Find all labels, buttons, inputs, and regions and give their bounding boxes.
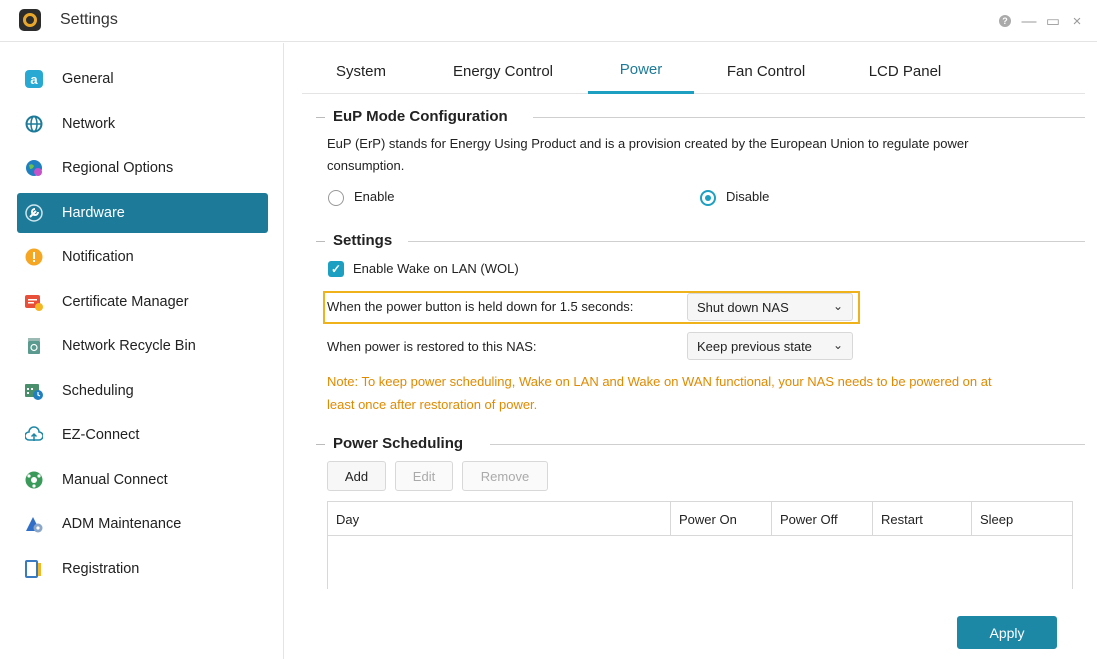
apply-button[interactable]: Apply (957, 616, 1057, 649)
table-header: Day Power On Power Off Restart Sleep (328, 502, 1072, 536)
sidebar-item-ez-connect[interactable]: EZ-Connect (17, 415, 268, 455)
sidebar-item-label: Network Recycle Bin (62, 338, 196, 354)
general-icon: a (25, 70, 43, 88)
eup-section-header: EuP Mode Configuration (316, 108, 1085, 128)
close-icon[interactable]: × (1065, 10, 1089, 32)
title-bar: Settings ? — ▭ × (0, 0, 1097, 42)
tab-energy-control[interactable]: Energy Control (432, 48, 574, 94)
power-button-select-value: Shut down NAS (697, 299, 789, 315)
eup-disable-radio[interactable] (700, 190, 716, 206)
sidebar-item-label: Network (62, 116, 116, 132)
sidebar-item-scheduling[interactable]: Scheduling (17, 371, 268, 411)
eup-enable-radio[interactable] (328, 190, 344, 206)
eup-description-line1: EuP (ErP) stands for Energy Using Produc… (327, 136, 969, 151)
maintenance-icon (25, 515, 43, 533)
maximize-icon[interactable]: ▭ (1041, 10, 1065, 32)
column-header-day[interactable]: Day (328, 502, 670, 536)
power-button-label: When the power button is held down for 1… (327, 299, 634, 314)
sidebar-item-label: Manual Connect (62, 472, 168, 488)
column-header-restart[interactable]: Restart (872, 502, 971, 536)
sidebar-item-network-recycle-bin[interactable]: Network Recycle Bin (17, 326, 268, 366)
registration-icon (25, 560, 43, 578)
sidebar-item-label: Notification (62, 249, 134, 265)
sidebar-item-hardware[interactable]: Hardware (17, 193, 268, 233)
remove-button[interactable]: Remove (462, 461, 548, 491)
sidebar-item-manual-connect[interactable]: Manual Connect (17, 460, 268, 500)
power-scheduling-section-header: Power Scheduling (316, 435, 1085, 455)
settings-section-header: Settings (316, 232, 1085, 252)
tab-lcd-panel[interactable]: LCD Panel (852, 48, 958, 94)
cloud-upload-icon (25, 426, 43, 444)
tab-power[interactable]: Power (588, 48, 694, 94)
power-schedule-table: Day Power On Power Off Restart Sleep (327, 501, 1073, 589)
chevron-down-icon: ⌄ (832, 299, 843, 313)
settings-section-title: Settings (333, 232, 393, 249)
sidebar-item-adm-maintenance[interactable]: ADM Maintenance (17, 504, 268, 544)
certificate-icon (25, 293, 43, 311)
wrench-icon (25, 204, 43, 222)
power-restore-label: When power is restored to this NAS: (327, 339, 537, 354)
calendar-clock-icon (25, 382, 43, 400)
wol-checkbox[interactable]: ✓ (328, 261, 344, 277)
power-note-line1: Note: To keep power scheduling, Wake on … (327, 374, 992, 389)
help-icon[interactable]: ? (999, 15, 1011, 27)
manual-connect-icon (25, 471, 43, 489)
svg-text:a: a (30, 72, 38, 87)
eup-description-line2: consumption. (327, 158, 405, 173)
alert-icon (25, 248, 43, 266)
power-button-select[interactable]: Shut down NAS ⌄ (687, 293, 853, 321)
power-restore-select-value: Keep previous state (697, 338, 812, 354)
sidebar-item-label: Certificate Manager (62, 294, 189, 310)
recycle-bin-icon (25, 337, 43, 355)
globe-icon (25, 115, 43, 133)
sidebar-item-label: Registration (62, 561, 140, 577)
sidebar-item-registration[interactable]: Registration (17, 549, 268, 589)
column-header-power-off[interactable]: Power Off (771, 502, 872, 536)
sidebar-item-regional-options[interactable]: Regional Options (17, 148, 268, 188)
settings-app-icon (19, 9, 41, 31)
tab-fan-control[interactable]: Fan Control (712, 48, 820, 94)
window-controls: ? — ▭ × (993, 10, 1089, 32)
sidebar-item-notification[interactable]: Notification (17, 237, 268, 277)
power-scheduling-section-title: Power Scheduling (333, 435, 464, 452)
minimize-icon[interactable]: — (1017, 10, 1041, 32)
power-note-line2: least once after restoration of power. (327, 397, 538, 412)
column-header-power-on[interactable]: Power On (670, 502, 771, 536)
edit-button[interactable]: Edit (395, 461, 453, 491)
sidebar-item-label: Hardware (62, 205, 125, 221)
column-header-sleep[interactable]: Sleep (971, 502, 1072, 536)
sidebar-item-label: ADM Maintenance (62, 516, 182, 532)
eup-enable-label[interactable]: Enable (354, 186, 394, 208)
sidebar-item-label: General (62, 71, 114, 87)
sidebar-item-label: Regional Options (62, 160, 174, 176)
sidebar-item-label: Scheduling (62, 383, 134, 399)
sidebar: a General Network Regional Options Hardw… (0, 43, 284, 659)
window-title: Settings (60, 11, 118, 28)
power-restore-select[interactable]: Keep previous state ⌄ (687, 332, 853, 360)
eup-section-title: EuP Mode Configuration (333, 108, 508, 125)
sidebar-item-certificate-manager[interactable]: Certificate Manager (17, 282, 268, 322)
wol-label[interactable]: Enable Wake on LAN (WOL) (353, 258, 519, 280)
sidebar-item-label: EZ-Connect (62, 427, 140, 443)
sidebar-item-general[interactable]: a General (17, 59, 268, 99)
regional-globe-icon (25, 159, 43, 177)
add-button[interactable]: Add (327, 461, 386, 491)
tab-system[interactable]: System (318, 48, 404, 94)
chevron-down-icon: ⌄ (832, 338, 843, 352)
sidebar-item-network[interactable]: Network (17, 104, 268, 144)
tab-bar: System Energy Control Power Fan Control … (302, 48, 1085, 94)
eup-disable-label[interactable]: Disable (726, 186, 769, 208)
